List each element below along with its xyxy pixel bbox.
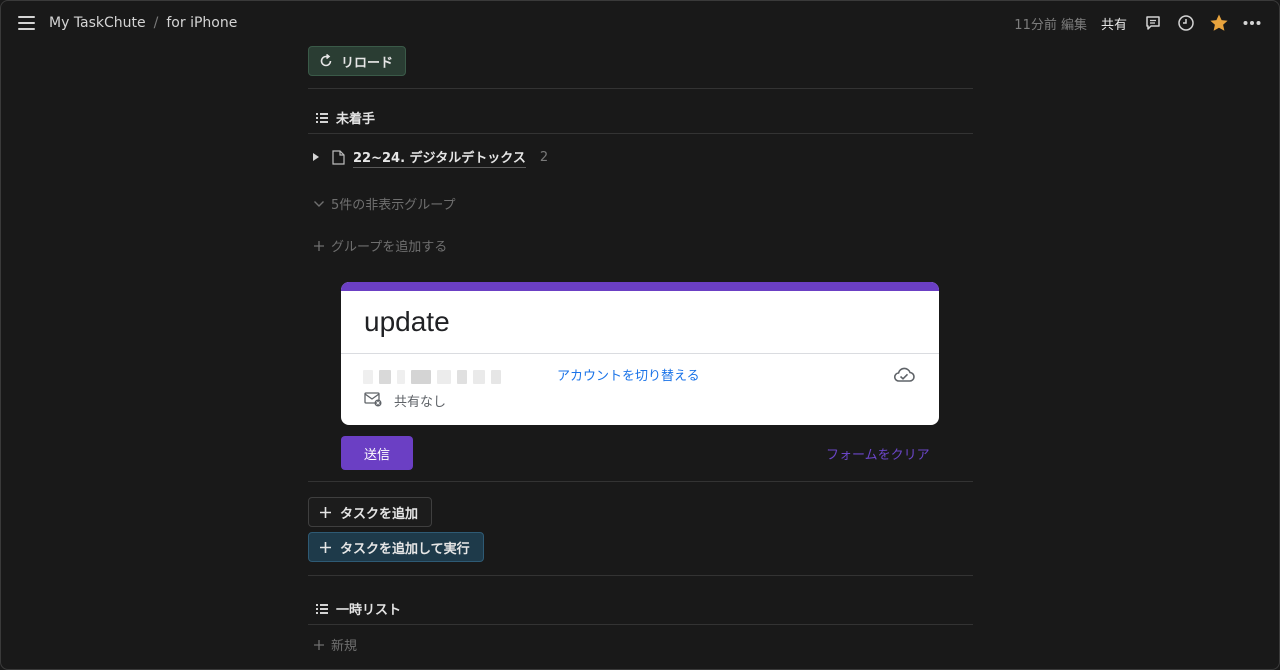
add-task-and-run-button[interactable]: タスクを追加して実行 [308,532,484,562]
embedded-form: update アカウントを切り替える 共有なし [341,282,939,425]
section-title-temp-list: 一時リスト [316,599,401,618]
group-name[interactable]: 22~24. デジタルデトックス [353,147,526,168]
section-title-not-started: 未着手 [316,108,375,127]
plus-icon [320,506,331,518]
breadcrumb: My TaskChute / for iPhone [49,15,237,31]
add-task-button[interactable]: タスクを追加 [308,497,432,527]
chevron-down-icon [314,200,324,207]
cloud-check-icon [893,367,915,382]
not-shared-label: 共有なし [394,394,447,409]
form-accent-bar [341,282,939,291]
clear-form-link[interactable]: フォームをクリア [826,444,930,463]
clock-icon[interactable] [1176,13,1196,33]
plus-icon [320,541,331,553]
share-button[interactable]: 共有 [1101,14,1127,33]
last-edited-text[interactable]: 11分前 編集 [1014,14,1087,33]
hidden-groups-label: 5件の非表示グループ [331,198,456,213]
switch-account-link[interactable]: アカウントを切り替える [557,365,700,384]
breadcrumb-separator: / [153,15,159,31]
mail-not-shared-icon [364,392,382,407]
page-icon [332,149,345,165]
more-icon[interactable] [1242,13,1262,33]
group-count: 2 [539,149,549,165]
submit-button[interactable]: 送信 [341,436,413,470]
list-icon [316,112,328,123]
divider [308,575,973,576]
form-divider [341,353,939,354]
toolbar: 11分前 編集 共有 [1014,12,1262,34]
star-icon[interactable] [1209,13,1229,33]
divider [308,88,973,89]
divider [308,133,973,134]
list-icon [316,603,328,614]
group-row[interactable]: 22~24. デジタルデトックス 2 [313,147,549,168]
add-task-label: タスクを追加 [340,506,419,522]
expand-triangle-icon[interactable] [313,153,319,161]
form-title: update [364,306,450,337]
add-task-and-run-label: タスクを追加して実行 [340,541,470,557]
hidden-groups-toggle[interactable]: 5件の非表示グループ [313,194,456,213]
section-title-label: 一時リスト [336,603,402,618]
reload-button[interactable]: リロード [308,46,406,76]
divider [308,481,973,482]
top-bar: My TaskChute / for iPhone 11分前 編集 共有 [0,0,1280,46]
plus-icon [314,240,324,251]
divider [308,624,973,625]
breadcrumb-item-workspace[interactable]: My TaskChute [49,15,146,31]
section-title-label: 未着手 [336,112,376,127]
menu-icon[interactable] [18,16,35,30]
plus-icon [314,639,324,650]
reload-icon [320,54,332,67]
comment-icon[interactable] [1143,13,1163,33]
add-group-button[interactable]: グループを追加する [313,236,447,255]
add-group-label: グループを追加する [331,240,448,255]
breadcrumb-item-page[interactable]: for iPhone [166,15,237,31]
account-email-redacted [363,370,501,384]
new-item-label: 新規 [331,639,358,654]
reload-label: リロード [341,55,394,71]
new-item-button[interactable]: 新規 [313,635,357,654]
